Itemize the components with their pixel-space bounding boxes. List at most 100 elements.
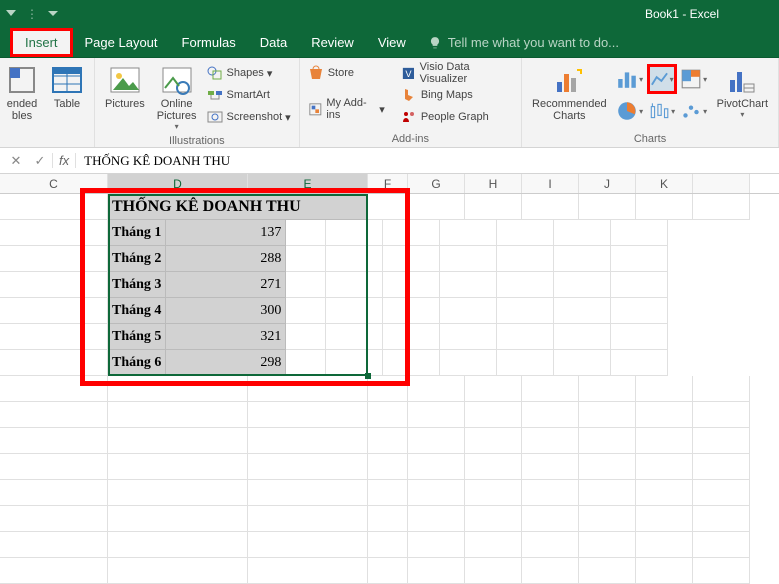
pictures-button[interactable]: Pictures	[99, 62, 151, 112]
cell[interactable]	[693, 454, 750, 480]
cell[interactable]	[611, 324, 668, 350]
col-header[interactable]: G	[408, 174, 465, 193]
cell[interactable]	[408, 428, 465, 454]
col-header[interactable]: D	[108, 174, 248, 193]
cell[interactable]	[326, 246, 383, 272]
cell[interactable]	[579, 376, 636, 402]
pivotchart-button[interactable]: PivotChart ▾	[711, 62, 774, 121]
cell[interactable]	[108, 532, 248, 558]
cell[interactable]	[368, 428, 408, 454]
cell[interactable]	[693, 532, 750, 558]
cell[interactable]	[326, 324, 383, 350]
cell[interactable]	[522, 454, 579, 480]
column-chart-button[interactable]: ▾	[615, 64, 645, 94]
online-pictures-button[interactable]: Online Pictures ▾	[151, 62, 203, 133]
cell[interactable]	[248, 480, 368, 506]
cell[interactable]	[693, 558, 750, 584]
cell[interactable]	[108, 428, 248, 454]
cell[interactable]	[286, 246, 326, 272]
cell[interactable]	[248, 558, 368, 584]
cell[interactable]	[636, 454, 693, 480]
recommended-charts-button[interactable]: Recommended Charts	[526, 62, 613, 124]
cell[interactable]	[636, 480, 693, 506]
cell[interactable]	[383, 350, 440, 376]
cancel-button[interactable]: ✕	[4, 153, 28, 169]
cell[interactable]	[611, 246, 668, 272]
formula-input[interactable]: THỐNG KÊ DOANH THU	[76, 153, 775, 169]
cell[interactable]	[693, 376, 750, 402]
smartart-button[interactable]: SmartArt	[203, 84, 295, 106]
tab-view[interactable]: View	[366, 28, 418, 57]
cell[interactable]	[0, 350, 108, 376]
col-header[interactable]: C	[0, 174, 108, 193]
tab-data[interactable]: Data	[248, 28, 299, 57]
cell[interactable]	[368, 402, 408, 428]
cell[interactable]	[408, 454, 465, 480]
worksheet[interactable]: C D E F G H I J K THỐNG KÊ DOANH THUThán…	[0, 174, 779, 584]
cell[interactable]	[554, 272, 611, 298]
cell[interactable]	[636, 402, 693, 428]
cell[interactable]	[693, 506, 750, 532]
cell[interactable]	[440, 350, 497, 376]
cell[interactable]	[408, 532, 465, 558]
cell[interactable]	[636, 194, 693, 220]
qat-dropdown-icon[interactable]	[6, 7, 16, 21]
cell[interactable]	[611, 298, 668, 324]
cell[interactable]	[286, 350, 326, 376]
cell[interactable]: Tháng 2	[108, 246, 166, 272]
my-addins-button[interactable]: My Add-ins ▾	[304, 98, 389, 120]
cell[interactable]: Tháng 3	[108, 272, 166, 298]
table-button[interactable]: Table	[44, 62, 90, 112]
cell[interactable]	[522, 558, 579, 584]
cell[interactable]	[522, 480, 579, 506]
recommended-pivottables-button[interactable]: ended bles	[0, 62, 44, 124]
cell[interactable]: 288	[166, 246, 286, 272]
cell[interactable]	[554, 246, 611, 272]
cell[interactable]: 271	[166, 272, 286, 298]
hierarchy-chart-button[interactable]: ▾	[679, 64, 709, 94]
cell[interactable]	[465, 558, 522, 584]
cell[interactable]	[408, 506, 465, 532]
cell[interactable]	[0, 324, 108, 350]
cell[interactable]	[108, 402, 248, 428]
col-header[interactable]: E	[248, 174, 368, 193]
cell[interactable]	[693, 428, 750, 454]
cell[interactable]	[286, 272, 326, 298]
cell[interactable]	[440, 324, 497, 350]
cell[interactable]	[0, 246, 108, 272]
selection-handle[interactable]	[365, 373, 371, 379]
tab-review[interactable]: Review	[299, 28, 366, 57]
cell[interactable]	[383, 272, 440, 298]
cell[interactable]: Tháng 1	[108, 220, 166, 246]
cell[interactable]	[368, 532, 408, 558]
screenshot-button[interactable]: Screenshot ▾	[203, 106, 295, 128]
col-header[interactable]: I	[522, 174, 579, 193]
scatter-chart-button[interactable]: ▾	[679, 96, 709, 126]
cell[interactable]	[0, 506, 108, 532]
cell[interactable]	[522, 376, 579, 402]
cell[interactable]	[522, 428, 579, 454]
cell[interactable]	[636, 532, 693, 558]
cell[interactable]	[408, 480, 465, 506]
cell[interactable]	[108, 454, 248, 480]
cell[interactable]	[408, 402, 465, 428]
cell[interactable]	[108, 558, 248, 584]
cell[interactable]	[383, 298, 440, 324]
col-header[interactable]: F	[368, 174, 408, 193]
cell[interactable]	[286, 298, 326, 324]
cell[interactable]	[611, 220, 668, 246]
cell[interactable]: Tháng 5	[108, 324, 166, 350]
cell[interactable]	[0, 532, 108, 558]
cell[interactable]	[554, 298, 611, 324]
cell[interactable]	[408, 558, 465, 584]
cell[interactable]	[465, 402, 522, 428]
cell[interactable]	[465, 376, 522, 402]
cell[interactable]: Tháng 4	[108, 298, 166, 324]
cell[interactable]	[326, 298, 383, 324]
bing-maps-button[interactable]: Bing Maps	[397, 84, 517, 106]
cell[interactable]	[408, 376, 465, 402]
cell[interactable]	[554, 220, 611, 246]
tab-insert[interactable]: Insert	[10, 28, 73, 57]
cell[interactable]	[0, 272, 108, 298]
cell[interactable]	[248, 454, 368, 480]
